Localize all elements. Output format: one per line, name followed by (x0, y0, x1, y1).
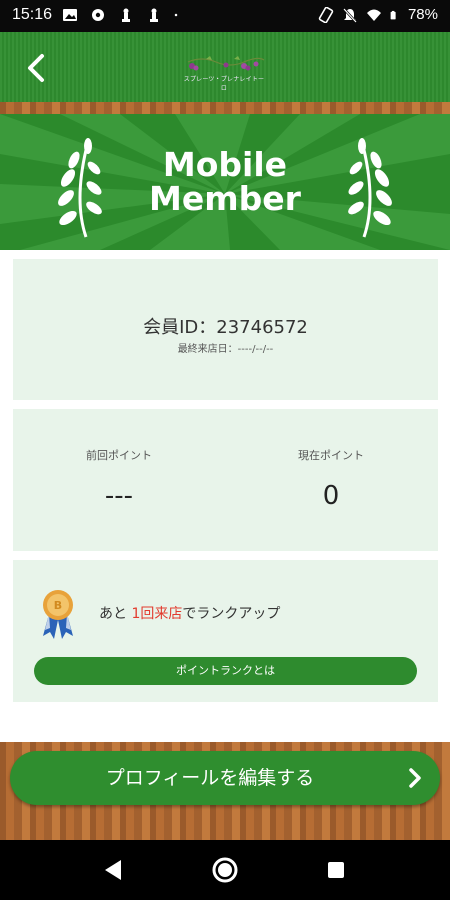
member-id: 会員ID：23746572 (143, 317, 308, 338)
laurel-right-icon (348, 138, 392, 238)
status-time: 15:16 (12, 6, 53, 23)
previous-points-label: 前回ポイント (86, 449, 152, 462)
system-icons: 78% (318, 6, 438, 23)
settings-icon (92, 9, 104, 21)
home-circle-icon[interactable] (211, 856, 239, 884)
rank-card: B あと 1回来店でランクアップ ポイントランクとは (13, 560, 438, 702)
mute-icon (343, 7, 357, 23)
rank-prefix: あと (99, 606, 127, 622)
app-logo: スプレーツ・プレナレイトーロ (182, 52, 266, 92)
member-banner: Mobile Member (0, 114, 450, 250)
logo-text: スプレーツ・プレナレイトーロ (183, 76, 265, 92)
rotate-icon (318, 6, 334, 23)
rank-up-message: あと 1回来店でランクアップ (99, 603, 280, 623)
current-points-value: 0 (322, 481, 340, 511)
rank-highlight: 1回来店 (131, 606, 183, 622)
wood-strip (0, 102, 450, 114)
current-points-label: 現在ポイント (298, 449, 364, 462)
notification-icons (62, 7, 182, 23)
edit-profile-button[interactable]: プロフィールを編集する (10, 751, 440, 805)
back-triangle-icon[interactable] (103, 859, 123, 881)
battery-percent: 78% (407, 6, 438, 23)
image-icon (63, 9, 77, 21)
last-visit-date: 最終来店日：----/--/-- (177, 344, 274, 355)
app-header: スプレーツ・プレナレイトーロ (0, 32, 450, 102)
grape-vine-icon (187, 56, 265, 71)
wifi-icon (366, 9, 381, 21)
chess-icon (122, 8, 130, 22)
medal-icon: B (43, 590, 73, 639)
dot-icon (174, 13, 178, 17)
status-bar: 15:16 78% (0, 0, 450, 32)
battery-icon (390, 10, 396, 19)
previous-points-value: --- (104, 481, 134, 511)
chevron-left-icon[interactable] (20, 48, 54, 88)
member-id-card: 会員ID：23746572 最終来店日：----/--/-- (13, 259, 438, 400)
recent-apps-icon[interactable] (327, 861, 345, 879)
system-nav-bar (0, 840, 450, 900)
edit-profile-label: プロフィールを編集する (105, 767, 315, 789)
chess-icon (150, 8, 158, 22)
point-rank-info-button[interactable]: ポイントランクとは (34, 657, 417, 685)
rank-suffix: でランクアップ (182, 606, 281, 622)
svg-text:B: B (54, 599, 62, 612)
points-card: 前回ポイント --- 現在ポイント 0 (13, 409, 438, 551)
chevron-right-icon (409, 768, 421, 788)
